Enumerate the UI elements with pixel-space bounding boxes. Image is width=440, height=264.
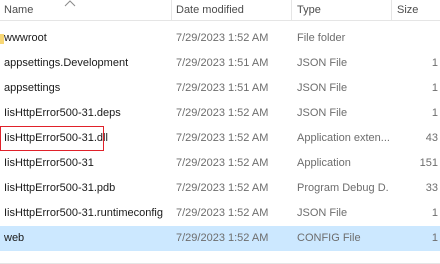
file-row-pdb[interactable]: IisHttpError500-31.pdb 7/29/2023 1:52 AM… [0, 176, 440, 201]
file-size: 151 [419, 157, 438, 169]
file-name: IisHttpError500-31.deps [4, 107, 121, 119]
file-row-appsettings[interactable]: appsettings 7/29/2023 1:51 AM JSON File … [0, 76, 440, 101]
file-size: 43 [425, 132, 438, 144]
file-row-exe[interactable]: IisHttpError500-31 7/29/2023 1:52 AM App… [0, 151, 440, 176]
file-size: 1 [431, 207, 438, 219]
column-header-type[interactable]: Type [297, 4, 321, 16]
column-header-size[interactable]: Size [397, 4, 418, 16]
file-date: 7/29/2023 1:52 AM [176, 107, 269, 119]
file-name: web [4, 232, 25, 244]
file-name: IisHttpError500-31.pdb [4, 182, 116, 194]
file-name: IisHttpError500-31.dll [4, 132, 108, 144]
file-size: 1 [431, 107, 438, 119]
file-date: 7/29/2023 1:52 AM [176, 132, 269, 144]
column-divider[interactable] [171, 0, 172, 20]
file-size: 1 [431, 57, 438, 69]
file-name: IisHttpError500-31 [4, 157, 94, 169]
file-size: 1 [431, 232, 438, 244]
column-divider[interactable] [391, 0, 392, 20]
file-name: appsettings [4, 82, 61, 94]
file-date: 7/29/2023 1:52 AM [176, 182, 269, 194]
file-name: appsettings.Development [4, 57, 129, 69]
file-name: wwwroot [4, 32, 47, 44]
column-divider[interactable] [291, 0, 292, 20]
file-date: 7/29/2023 1:52 AM [176, 207, 269, 219]
file-type: File folder [297, 32, 346, 44]
file-date: 7/29/2023 1:52 AM [176, 157, 269, 169]
chevron-up-icon [64, 0, 76, 7]
file-date: 7/29/2023 1:51 AM [176, 82, 269, 94]
file-row-wwwroot[interactable]: wwwroot 7/29/2023 1:52 AM File folder [0, 26, 440, 51]
file-type: JSON File [297, 82, 348, 94]
file-row-dll[interactable]: IisHttpError500-31.dll 7/29/2023 1:52 AM… [0, 126, 440, 151]
file-type: JSON File [297, 107, 348, 119]
file-row-web[interactable]: web 7/29/2023 1:52 AM CONFIG File 1 [0, 226, 440, 251]
file-size: 1 [431, 82, 438, 94]
file-size: 33 [425, 182, 438, 194]
file-type: JSON File [297, 57, 348, 69]
file-type: CONFIG File [297, 232, 361, 244]
file-type: Application [297, 157, 351, 169]
file-date: 7/29/2023 1:51 AM [176, 57, 269, 69]
file-type: JSON File [297, 207, 348, 219]
column-header-date[interactable]: Date modified [176, 4, 244, 16]
file-name: IisHttpError500-31.runtimeconfig [4, 207, 163, 219]
file-date: 7/29/2023 1:52 AM [176, 232, 269, 244]
file-row-appsettings-development[interactable]: appsettings.Development 7/29/2023 1:51 A… [0, 51, 440, 76]
file-type: Application exten... [297, 132, 389, 144]
column-header-bar: Name Date modified Type Size [0, 0, 440, 21]
file-date: 7/29/2023 1:52 AM [176, 32, 269, 44]
file-row-runtimeconfig[interactable]: IisHttpError500-31.runtimeconfig 7/29/20… [0, 201, 440, 226]
file-type: Program Debug D... [297, 182, 389, 194]
column-header-name[interactable]: Name [4, 4, 33, 16]
file-row-deps[interactable]: IisHttpError500-31.deps 7/29/2023 1:52 A… [0, 101, 440, 126]
